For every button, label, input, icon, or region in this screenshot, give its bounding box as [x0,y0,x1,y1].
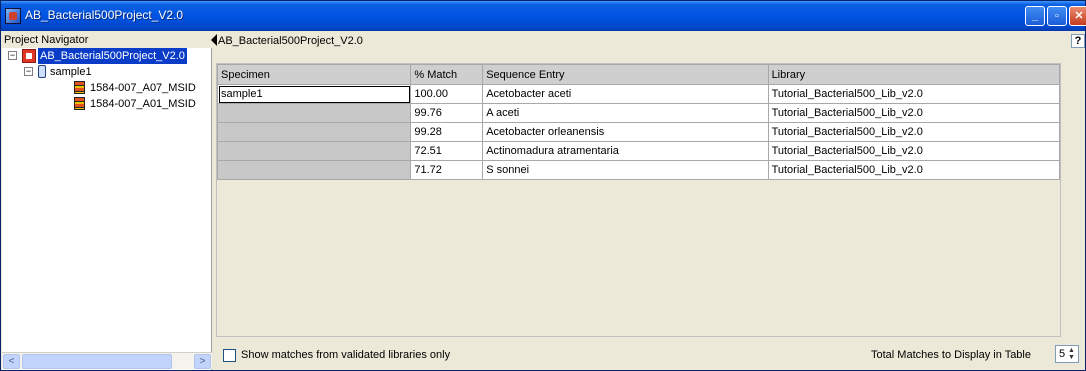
help-button[interactable]: ? [1071,34,1085,48]
results-footer: Show matches from validated libraries on… [213,342,1085,370]
navigator-title: Project Navigator [2,32,212,48]
trace-file-icon [74,81,85,94]
tree-sample-label[interactable]: sample1 [50,64,92,80]
minimize-button[interactable]: _ [1025,6,1045,26]
collapse-icon[interactable]: − [8,51,17,60]
results-header: AB_Bacterial500Project_V2.0 ? [211,32,1085,62]
total-matches-value[interactable]: 5 [1059,348,1065,360]
tree-item-label[interactable]: 1584-007_A07_MSID [90,80,196,96]
library-cell[interactable]: Tutorial_Bacterial500_Lib_v2.0 [767,122,1061,142]
match-cell[interactable]: 99.28 [410,122,484,142]
results-panel: AB_Bacterial500Project_V2.0 ? Specimen %… [211,32,1085,370]
validated-libraries-label[interactable]: Show matches from validated libraries on… [241,349,450,361]
validated-libraries-checkbox[interactable] [223,349,236,362]
specimen-cell [216,122,412,142]
specimen-cell [216,160,412,180]
window-title: AB_Bacterial500Project_V2.0 [25,8,184,22]
trace-file-icon [74,97,85,110]
maximize-button[interactable]: ▫ [1047,6,1067,26]
library-cell[interactable]: Tutorial_Bacterial500_Lib_v2.0 [767,84,1061,104]
column-header-specimen[interactable]: Specimen [216,64,412,85]
column-header-library[interactable]: Library [767,64,1061,85]
table-row[interactable]: 99.76 A aceti Tutorial_Bacterial500_Lib_… [216,103,1061,123]
specimen-cell[interactable]: sample1 [216,84,412,104]
app-icon [5,8,21,24]
match-cell[interactable]: 99.76 [410,103,484,123]
results-table-container: Specimen % Match Sequence Entry Library … [216,63,1061,337]
library-cell[interactable]: Tutorial_Bacterial500_Lib_v2.0 [767,160,1061,180]
sequence-entry-cell[interactable]: A aceti [482,103,769,123]
close-button[interactable]: ✕ [1069,6,1086,26]
sequence-entry-cell[interactable]: Actinomadura atramentaria [482,141,769,161]
project-navigator: Project Navigator − AB_Bacterial500Proje… [2,32,212,370]
scroll-right-icon[interactable]: > [194,354,211,369]
sequence-entry-cell[interactable]: S sonnei [482,160,769,180]
tree-project-label[interactable]: AB_Bacterial500Project_V2.0 [38,48,187,64]
scroll-thumb[interactable] [22,354,172,369]
project-icon [22,49,36,63]
sequence-entry-cell[interactable]: Acetobacter orleanensis [482,122,769,142]
sample-tube-icon [38,65,46,78]
results-title: AB_Bacterial500Project_V2.0 [218,35,363,47]
specimen-cell [216,141,412,161]
collapse-navigator-icon[interactable] [211,34,217,46]
match-cell[interactable]: 72.51 [410,141,484,161]
total-matches-label: Total Matches to Display in Table [871,349,1031,361]
match-cell[interactable]: 100.00 [410,84,484,104]
sequence-entry-cell[interactable]: Acetobacter aceti [482,84,769,104]
app-window: AB_Bacterial500Project_V2.0 _ ▫ ✕ Projec… [0,0,1086,371]
library-cell[interactable]: Tutorial_Bacterial500_Lib_v2.0 [767,103,1061,123]
results-table: Specimen % Match Sequence Entry Library … [216,64,1061,180]
scroll-left-icon[interactable]: < [3,354,20,369]
table-header-row: Specimen % Match Sequence Entry Library [216,64,1061,85]
tree-item-label[interactable]: 1584-007_A01_MSID [90,96,196,112]
column-header-match[interactable]: % Match [410,64,484,85]
table-row[interactable]: sample1 100.00 Acetobacter aceti Tutoria… [216,84,1061,104]
title-bar[interactable]: AB_Bacterial500Project_V2.0 _ ▫ ✕ [1,1,1086,31]
library-cell[interactable]: Tutorial_Bacterial500_Lib_v2.0 [767,141,1061,161]
spinner-arrows-icon[interactable]: ▲ ▼ [1068,347,1075,361]
total-matches-stepper[interactable]: 5 ▲ ▼ [1055,345,1079,363]
specimen-cell [216,103,412,123]
table-row[interactable]: 99.28 Acetobacter orleanensis Tutorial_B… [216,122,1061,142]
match-cell[interactable]: 71.72 [410,160,484,180]
table-row[interactable]: 71.72 S sonnei Tutorial_Bacterial500_Lib… [216,160,1061,180]
table-row[interactable]: 72.51 Actinomadura atramentaria Tutorial… [216,141,1061,161]
column-header-sequence-entry[interactable]: Sequence Entry [482,64,769,85]
collapse-icon[interactable]: − [24,67,33,76]
navigator-horizontal-scrollbar[interactable]: < > [2,352,212,369]
